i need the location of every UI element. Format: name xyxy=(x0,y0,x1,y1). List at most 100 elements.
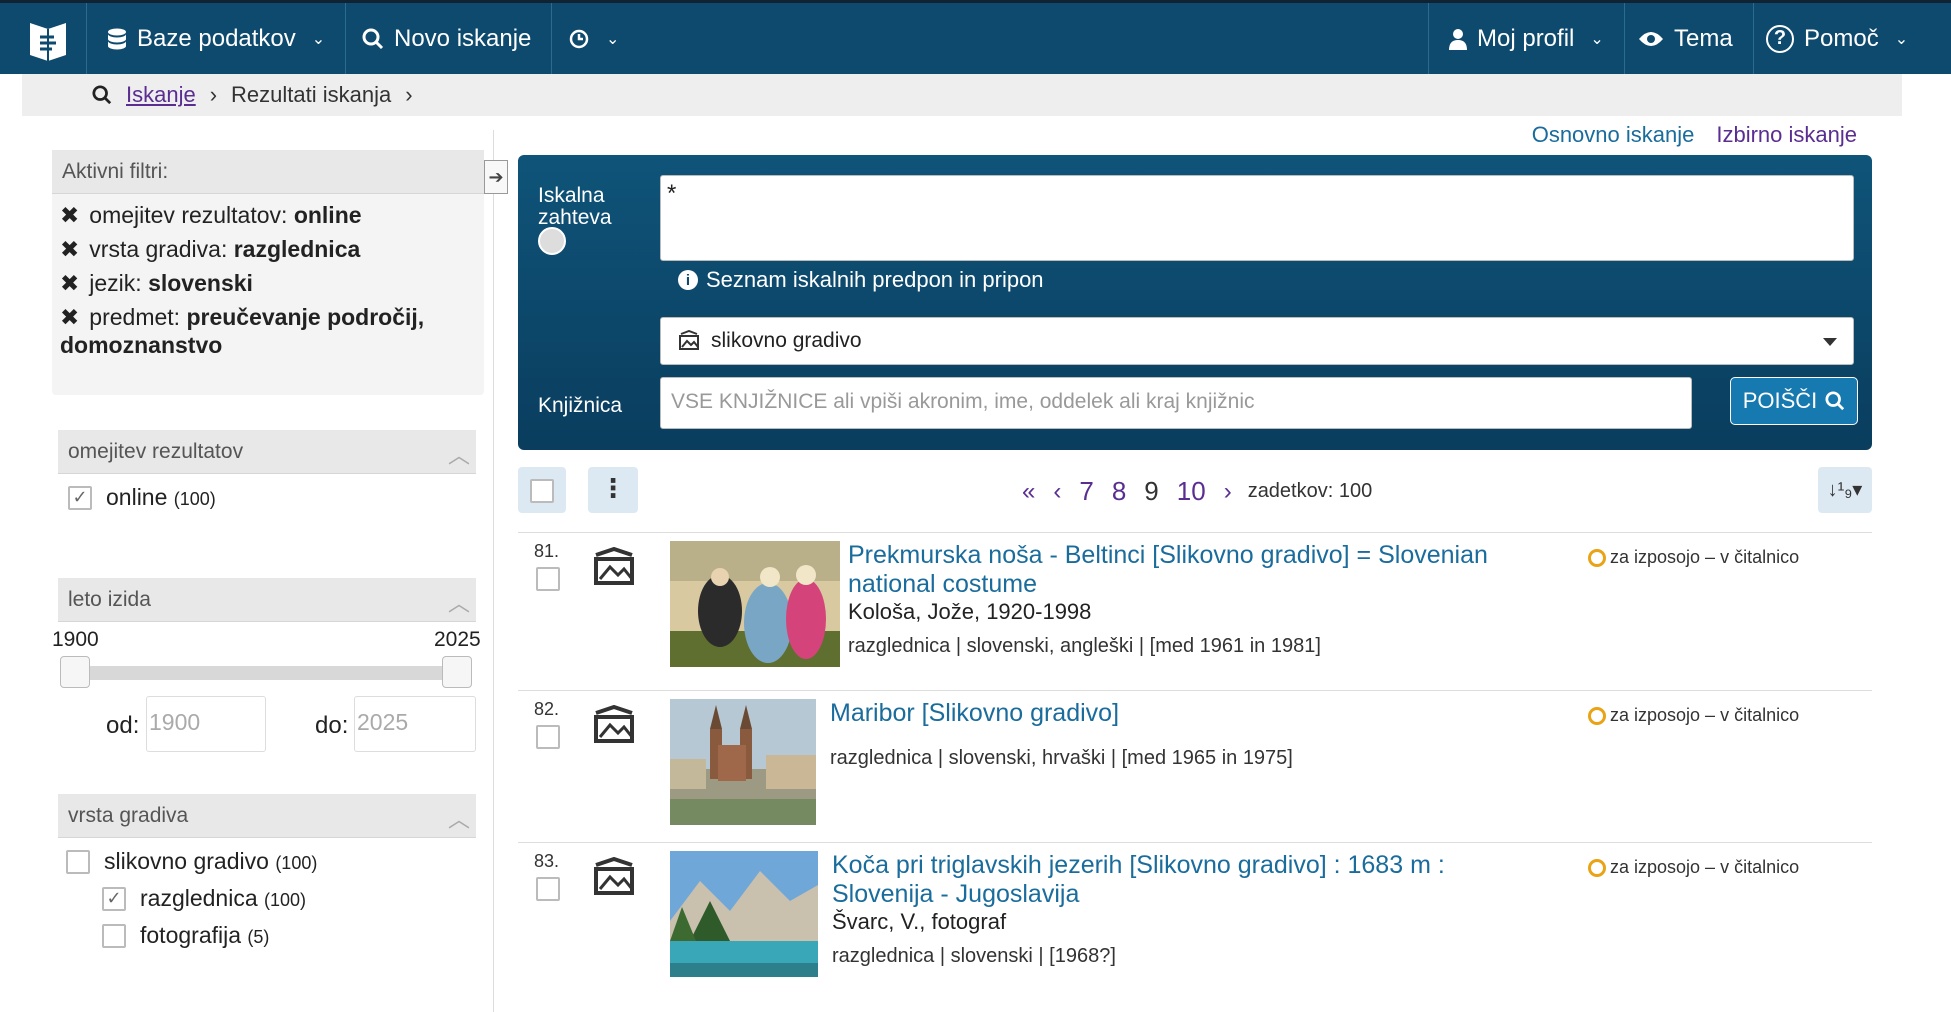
page-link[interactable]: 7 xyxy=(1079,476,1093,507)
new-search-link[interactable]: Novo iskanje xyxy=(342,3,553,74)
year-min-label: 1900 xyxy=(52,628,99,651)
active-filter-item[interactable]: ✖ jezik: slovenski xyxy=(52,266,484,300)
facet-option[interactable]: slikovno gradivo (100) xyxy=(66,848,476,875)
year-slider-max-handle[interactable] xyxy=(442,656,472,688)
basic-search-link[interactable]: Osnovno iskanje xyxy=(1532,122,1695,148)
chevron-down-icon: ⌄ xyxy=(311,30,326,48)
library-input[interactable]: VSE KNJIŽNICE ali vpiši akronim, ime, od… xyxy=(660,377,1692,429)
facet-year-header[interactable]: leto izida ︿ xyxy=(58,578,476,622)
active-filter-item[interactable]: ✖ predmet: preučevanje področij, domoznans… xyxy=(52,300,484,359)
search-icon xyxy=(92,85,112,105)
current-page: 9 xyxy=(1144,476,1159,506)
facet-material-header[interactable]: vrsta gradiva ︿ xyxy=(58,794,476,838)
result-row: 82. Maribor [Slikovno gradivo] razgledni… xyxy=(518,690,1872,842)
result-thumbnail[interactable] xyxy=(670,541,840,667)
library-label: Knjižnica xyxy=(538,394,623,417)
remove-icon: ✖ xyxy=(60,270,80,296)
help-label: Pomoč xyxy=(1804,24,1879,52)
from-label: od: xyxy=(106,712,140,739)
availability: za izposojo – v čitalnico xyxy=(1588,705,1799,726)
availability-circle-icon xyxy=(1588,706,1606,725)
cobiss-logo-icon[interactable] xyxy=(24,15,72,63)
result-author: Kološa, Jože, 1920-1998 xyxy=(848,599,1092,624)
help-menu[interactable]: ? Pomoč ⌄ xyxy=(1746,3,1928,74)
year-from-input[interactable]: 1900 xyxy=(146,696,266,752)
result-title-link[interactable]: Koča pri triglavskih jezerih [Slikovno g… xyxy=(832,851,1445,909)
advanced-search-link[interactable]: Izbirno iskanje xyxy=(1716,122,1857,148)
prev-page-icon[interactable]: ‹ xyxy=(1053,478,1061,506)
result-number: 82. xyxy=(534,699,560,719)
result-row: 83. Koča pri triglavskih jezerih [Slikov… xyxy=(518,842,1872,1000)
year-slider-track[interactable] xyxy=(68,666,468,680)
search-button[interactable]: POIŠČI xyxy=(1730,377,1858,425)
chevron-down-icon: ⌄ xyxy=(606,30,620,48)
active-filters-panel: Aktivni filtri: ✖ omejitev rezultatov: on… xyxy=(52,150,484,395)
to-label: do: xyxy=(315,712,349,739)
picture-material-icon xyxy=(679,330,699,350)
select-all-button[interactable] xyxy=(518,467,566,513)
lightbulb-icon[interactable] xyxy=(538,227,566,255)
facet-material: vrsta gradiva ︿ slikovno gradivo (100) ✓… xyxy=(58,794,476,949)
page-link[interactable]: 10 xyxy=(1177,476,1206,507)
result-meta: razglednica | slovenski, hrvaški | [med … xyxy=(830,747,1293,769)
remove-icon: ✖ xyxy=(60,236,80,262)
question-circle-icon: ? xyxy=(1766,24,1794,53)
page-link[interactable]: 8 xyxy=(1112,476,1126,507)
active-filter-item[interactable]: ✖ omejitev rezultatov: online xyxy=(52,198,484,232)
result-checkbox[interactable] xyxy=(536,567,560,591)
material-type-select[interactable]: slikovno gradivo xyxy=(660,317,1854,365)
checkbox[interactable] xyxy=(102,923,126,948)
result-checkbox[interactable] xyxy=(536,877,560,901)
search-prefixes-link[interactable]: i Seznam iskalnih predpon in pripon xyxy=(678,267,1044,293)
checkbox[interactable] xyxy=(530,479,554,503)
result-row: 81. Prekmurska noša - Beltinci [Slikovno… xyxy=(518,532,1872,690)
facet-material-title: vrsta gradiva xyxy=(68,804,189,827)
more-options-icon[interactable]: ⋮ xyxy=(588,467,638,513)
theme-label: Tema xyxy=(1674,24,1733,52)
year-to-input[interactable]: 2025 xyxy=(354,696,476,752)
collapse-sidebar-arrow-icon[interactable]: ➔ xyxy=(484,160,508,194)
eye-icon xyxy=(1639,31,1663,46)
chevron-down-icon: ⌄ xyxy=(1590,30,1604,48)
result-thumbnail[interactable] xyxy=(670,851,818,977)
remove-icon: ✖ xyxy=(60,202,80,228)
query-textarea[interactable]: * xyxy=(660,175,1854,261)
year-max-label: 2025 xyxy=(434,628,481,651)
breadcrumb: Iskanje › Rezultati iskanja › xyxy=(22,74,1902,116)
databases-label: Baze podatkov xyxy=(137,24,296,52)
checkbox[interactable] xyxy=(66,849,90,874)
active-filters-title: Aktivni filtri: xyxy=(52,150,484,194)
first-page-icon[interactable]: « xyxy=(1022,478,1035,506)
availability: za izposojo – v čitalnico xyxy=(1588,547,1799,568)
active-filter-item[interactable]: ✖ vrsta gradiva: razglednica xyxy=(52,232,484,266)
checkbox[interactable]: ✓ xyxy=(102,886,126,911)
result-title-link[interactable]: Prekmurska noša - Beltinci [Slikovno gra… xyxy=(848,541,1488,599)
sort-numeric-icon[interactable]: ↓¹₉▾ xyxy=(1818,467,1872,513)
search-icon xyxy=(362,28,384,49)
chevron-up-icon: ︿ xyxy=(447,443,470,468)
facet-year: leto izida ︿ xyxy=(58,578,476,622)
result-thumbnail[interactable] xyxy=(670,699,816,825)
facet-option[interactable]: ✓ razglednica (100) xyxy=(102,885,476,912)
profile-menu[interactable]: Moj profil ⌄ xyxy=(1428,3,1625,74)
history-menu[interactable]: ⌄ xyxy=(548,3,639,74)
facet-restriction-header[interactable]: omejitev rezultatov ︿ xyxy=(58,430,476,474)
search-mode-links: Osnovno iskanje Izbirno iskanje xyxy=(1532,122,1857,148)
picture-material-icon xyxy=(594,857,634,895)
facet-option[interactable]: ✓ online (100) xyxy=(68,484,476,511)
databases-menu[interactable]: Baze podatkov ⌄ xyxy=(86,3,347,74)
next-page-icon[interactable]: › xyxy=(1224,478,1232,506)
result-number: 83. xyxy=(534,851,560,871)
new-search-label: Novo iskanje xyxy=(394,24,532,52)
checkbox[interactable]: ✓ xyxy=(68,485,92,510)
results-count: zadetkov: 100 xyxy=(1247,480,1373,502)
breadcrumb-search-link[interactable]: Iskanje xyxy=(126,82,196,108)
theme-button[interactable]: Tema xyxy=(1618,3,1754,74)
facet-option[interactable]: fotografija (5) xyxy=(102,922,476,949)
query-label: Iskalna zahteva xyxy=(538,184,612,229)
result-title-link[interactable]: Maribor [Slikovno gradivo] xyxy=(830,699,1119,728)
year-slider-min-handle[interactable] xyxy=(60,656,90,688)
result-meta: razglednica | slovenski | [1968?] xyxy=(832,945,1116,967)
availability: za izposojo – v čitalnico xyxy=(1588,857,1799,878)
result-checkbox[interactable] xyxy=(536,725,560,749)
